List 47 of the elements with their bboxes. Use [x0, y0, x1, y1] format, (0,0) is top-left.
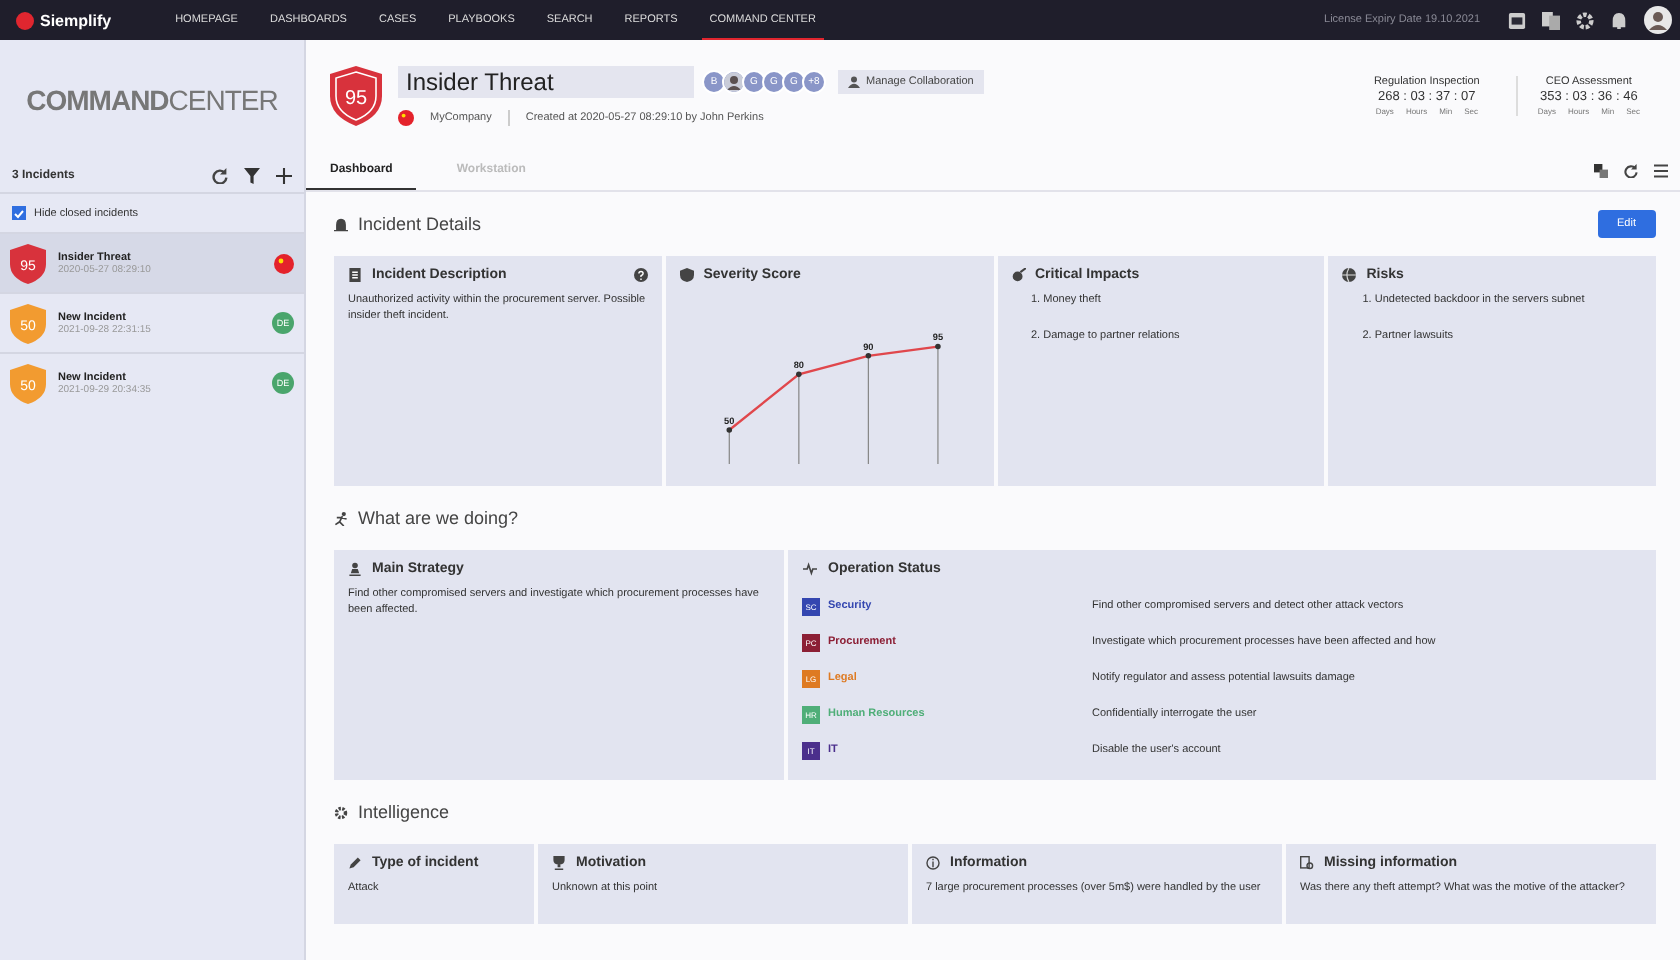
data-point [795, 371, 802, 378]
flag-icon [398, 109, 414, 125]
section-title: What are we doing? [358, 508, 519, 528]
trophy-icon [552, 856, 566, 870]
refresh-icon[interactable] [212, 168, 228, 184]
shield-icon [679, 268, 694, 282]
bell-icon[interactable] [1610, 11, 1628, 29]
command-center-logo: COMMANDCENTER [26, 84, 278, 116]
window-icon[interactable] [1508, 11, 1526, 29]
pen-icon [348, 856, 362, 870]
section-title: Incident Details [358, 214, 482, 234]
documents-icon[interactable] [1542, 11, 1560, 29]
help-icon[interactable] [633, 268, 648, 282]
checkbox[interactable] [12, 206, 26, 220]
brand-name: Siemplify [40, 11, 112, 29]
list-icon[interactable] [1654, 163, 1668, 177]
data-point [726, 427, 732, 433]
incident-title-field[interactable]: Insider Threat [398, 65, 694, 97]
chess-piece-icon [348, 562, 362, 576]
score-shield: 95 [330, 65, 382, 125]
refresh-icon[interactable] [1624, 163, 1638, 177]
document-icon [348, 268, 362, 282]
data-point [865, 353, 871, 359]
grid-line [867, 355, 869, 464]
grid-line [797, 373, 799, 464]
layout-icon[interactable] [1594, 163, 1608, 177]
grid-line [936, 345, 939, 464]
add-icon[interactable] [276, 168, 292, 184]
data-point [934, 343, 941, 350]
pulse-icon [802, 562, 818, 576]
info-icon [926, 856, 940, 870]
filter-icon[interactable] [244, 168, 260, 184]
flag-icon [274, 253, 294, 273]
logo-icon [16, 11, 34, 29]
globe-icon [1342, 268, 1357, 282]
alarm-icon [334, 217, 348, 231]
collaborator-avatar [722, 69, 746, 93]
brand-logo[interactable]: Siemplify [16, 11, 112, 29]
grid-line [728, 429, 730, 464]
settings-icon[interactable] [1576, 11, 1594, 29]
section-title: Intelligence [358, 802, 450, 822]
person-icon [848, 75, 860, 87]
meteor-icon [1011, 268, 1025, 282]
avatar-icon[interactable] [1644, 6, 1672, 34]
runner-icon [334, 511, 348, 525]
gear-icon [334, 805, 348, 819]
document-search-icon [1300, 856, 1314, 870]
